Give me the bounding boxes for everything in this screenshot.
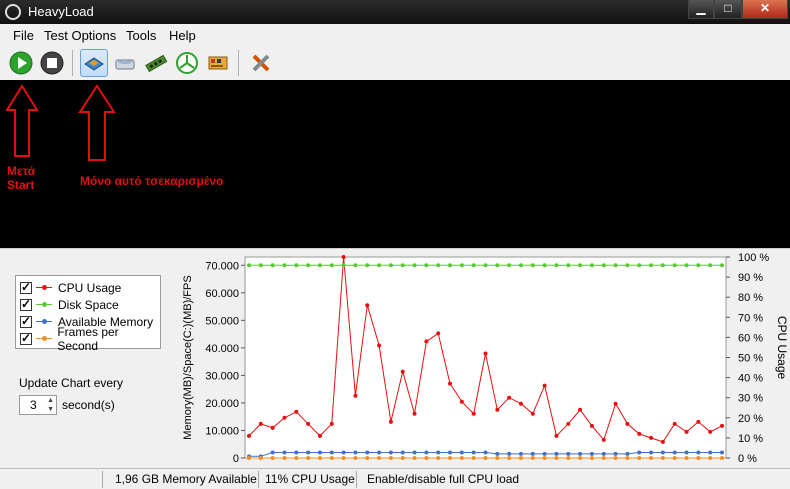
stop-button[interactable] [38,49,66,77]
spinner-arrows-icon[interactable]: ▲ ▼ [47,396,54,414]
annotation-start-line2: Start [7,178,35,192]
menu-test-options[interactable]: Test Options [40,28,120,43]
start-arrow-icon [5,84,39,157]
fps-checkbox[interactable] [20,331,32,345]
stop-icon [40,51,64,75]
disk-space-marker-icon [36,299,52,311]
tools-button[interactable] [247,49,275,77]
annotation-start-line1: Μετά [7,164,36,178]
status-memory: 1,96 GB Memory Available [115,472,257,486]
cpu-usage-checkbox[interactable] [20,280,32,294]
cpu-usage-marker-icon [36,282,52,294]
gpu-test-button[interactable] [173,49,201,77]
tools-icon [252,54,270,72]
menu-help[interactable]: Help [165,28,200,43]
window-title: HeavyLoad [28,4,94,19]
maximize-button[interactable]: □ [714,0,742,19]
legend-disk-space[interactable]: Disk Space [20,296,119,313]
status-cpu: 11% CPU Usage [265,472,355,486]
toolbar [0,46,790,80]
available-memory-marker-icon [36,316,52,328]
tree-test-icon [176,52,198,74]
fps-marker-icon [35,333,52,345]
heavyload-app-icon [5,4,21,20]
disk-space-checkbox[interactable] [20,297,32,311]
menu-tools[interactable]: Tools [122,28,160,43]
start-button[interactable] [7,49,35,77]
legend-label: Frames per Second [57,324,119,353]
legend-label: Disk Space [58,297,119,312]
annotation-arrows [5,84,116,161]
title-bar: HeavyLoad ▁ □ ✕ [0,0,790,24]
disk-test-button[interactable] [111,49,139,77]
toolbar-separator [72,50,73,76]
monitor-panel: Μετά Start Μόνο αυτό τσεκαρισμένο [0,80,790,248]
menu-bar: File Test Options Tools Help [0,26,790,46]
toolbar-separator [238,50,239,76]
cpu-arrow-icon [78,84,116,161]
status-separator [258,471,259,488]
update-chart-label: Update Chart every [19,376,124,390]
legend-label: CPU Usage [58,280,122,295]
cpu-test-icon [84,57,104,71]
menu-file[interactable]: File [9,28,38,43]
annotation-cpu-only: Μόνο αυτό τσεκαρισμένο [80,174,224,188]
update-interval-value[interactable]: 3 [30,398,37,412]
disk-test-icon [115,59,135,70]
status-bar: 1,96 GB Memory Available 11% CPU Usage E… [0,468,790,489]
gpu-card-icon [208,56,228,70]
start-icon [9,51,33,75]
chart-legend: CPU Usage Disk Space Available Memory Fr… [15,275,161,353]
status-hint: Enable/disable full CPU load [367,472,520,486]
minimize-button[interactable]: ▁ [688,0,714,19]
close-button[interactable]: ✕ [742,0,788,19]
memory-test-button[interactable] [142,49,170,77]
update-interval-spinner[interactable]: 3 ▲ ▼ [19,395,57,415]
legend-cpu-usage[interactable]: CPU Usage [20,279,121,296]
legend-frames-per-second[interactable]: Frames per Second [20,325,160,353]
available-memory-checkbox[interactable] [20,314,32,328]
file-test-button[interactable] [204,49,232,77]
status-separator [356,471,357,488]
cpu-test-button[interactable] [80,49,108,77]
memory-test-icon [145,54,168,73]
update-unit-label: second(s) [62,398,115,412]
status-separator [102,471,103,488]
